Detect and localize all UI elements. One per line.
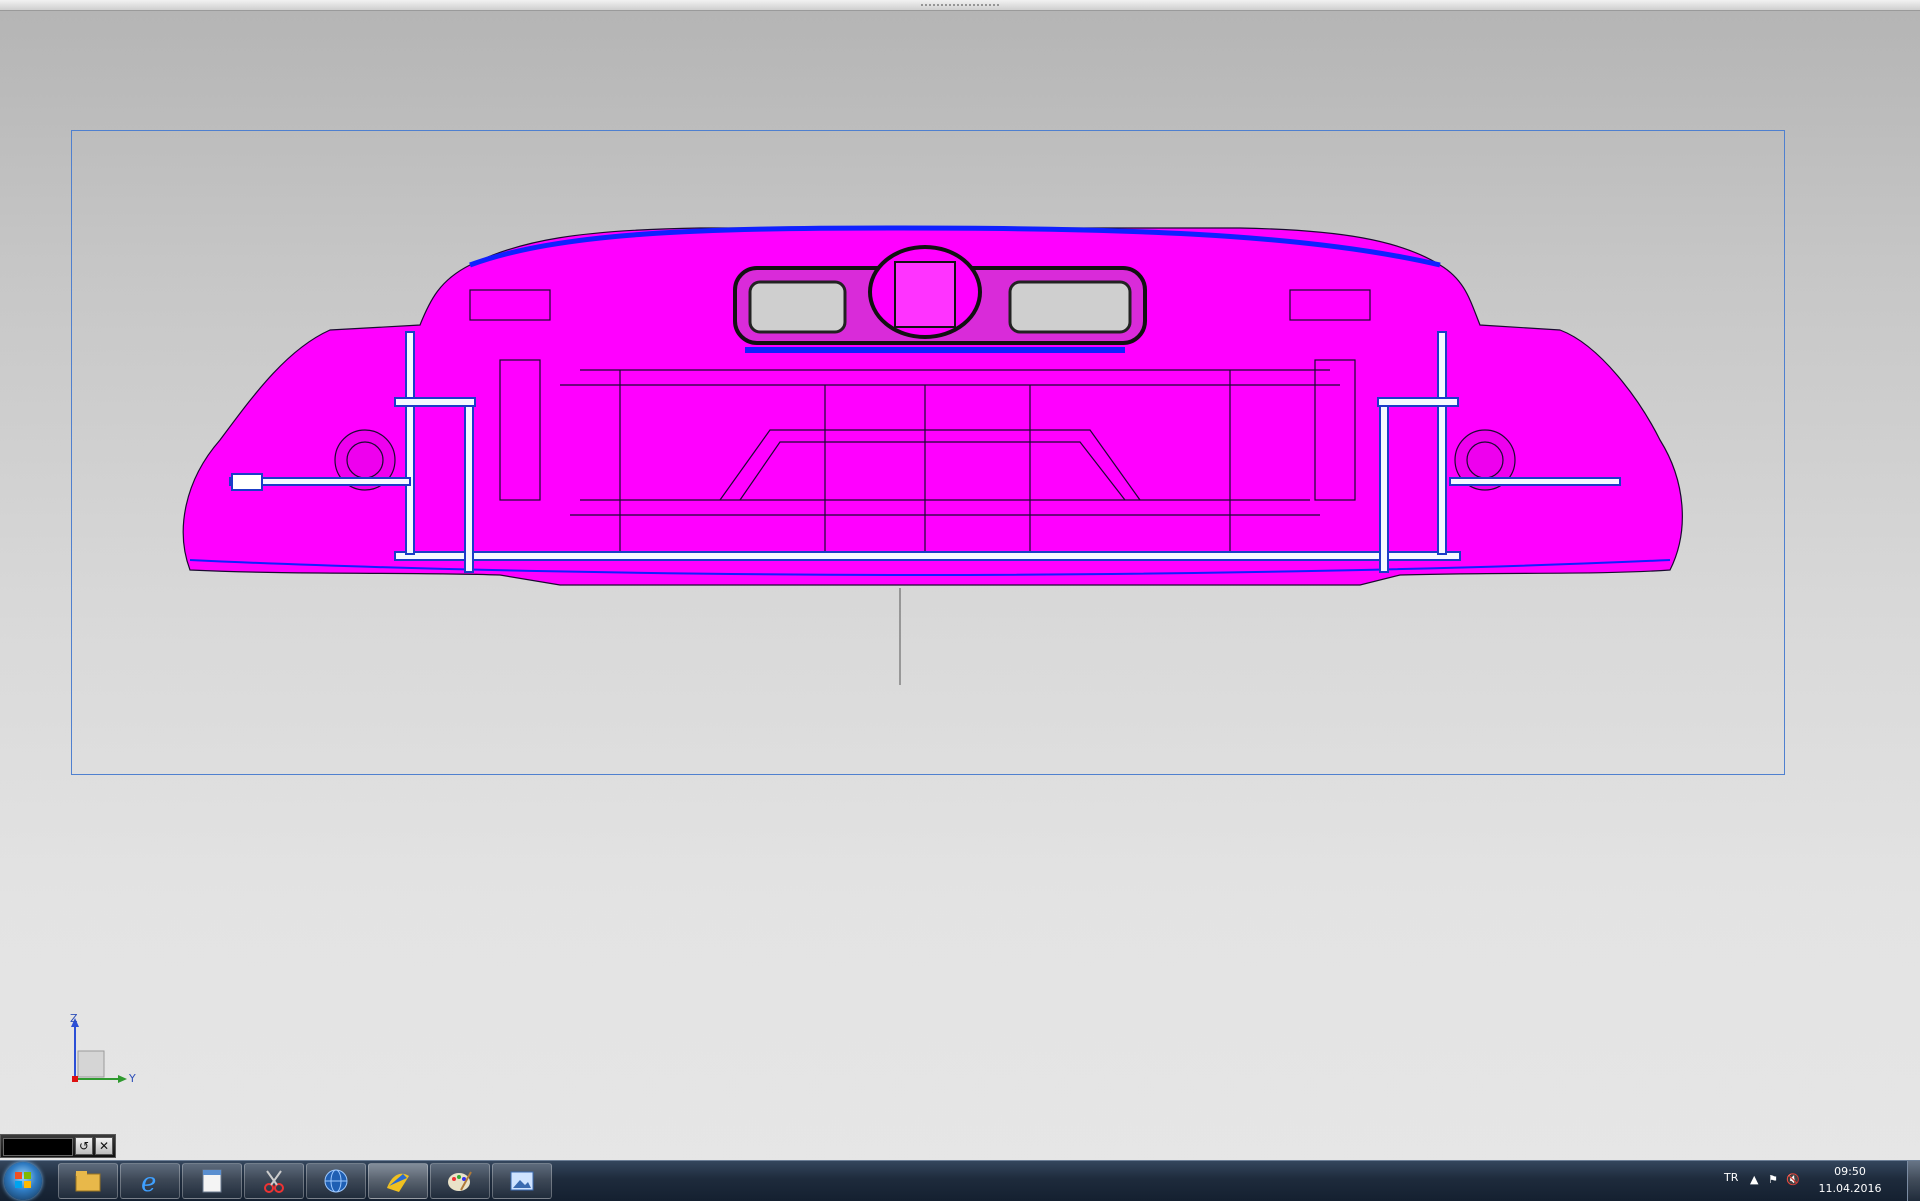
volume-muted-icon[interactable]: 🔇 (1786, 1173, 1800, 1186)
left-post-2 (464, 403, 474, 573)
system-tray: TR ▲ ⚑ 🔇 09:50 11.04.2016 (1690, 1161, 1920, 1201)
clock-date[interactable]: 11.04.2016 (1810, 1182, 1890, 1195)
refresh-icon[interactable]: ↺ (75, 1137, 93, 1155)
show-desktop-button[interactable] (1907, 1161, 1920, 1201)
grille-slot-right (1008, 280, 1132, 334)
action-center-icon[interactable]: ⚑ (1768, 1173, 1778, 1186)
snipping-tool-icon[interactable] (244, 1163, 304, 1199)
right-clamp (1377, 397, 1459, 407)
paint-icon[interactable] (430, 1163, 490, 1199)
3d-viewport[interactable] (0, 0, 1920, 1150)
svg-text:e: e (141, 1168, 156, 1196)
catia-app-icon[interactable] (368, 1163, 428, 1199)
axis-triad-icon[interactable]: Z Y (60, 1012, 150, 1085)
plate-bracket (894, 261, 956, 328)
image-viewer-icon[interactable] (492, 1163, 552, 1199)
show-hidden-icons-icon[interactable]: ▲ (1750, 1173, 1758, 1186)
mini-input[interactable] (3, 1138, 73, 1156)
language-indicator[interactable]: TR (1724, 1171, 1738, 1184)
y-axis-label: Y (129, 1072, 136, 1085)
lower-rod (394, 551, 1461, 561)
windows-start-icon[interactable] (4, 1162, 42, 1200)
taskbar: e TR ▲ ⚑ 🔇 09:50 11.04.2016 (0, 1160, 1920, 1201)
right-post-2 (1379, 403, 1389, 573)
left-clamp (394, 397, 476, 407)
close-icon[interactable]: ✕ (95, 1137, 113, 1155)
notepad-icon[interactable] (182, 1163, 242, 1199)
globe-app-icon[interactable] (306, 1163, 366, 1199)
grille-slot-left (748, 280, 847, 334)
mini-toolbar: ↺ ✕ (0, 1134, 116, 1158)
clock-time[interactable]: 09:50 (1810, 1165, 1890, 1178)
explorer-icon[interactable] (58, 1163, 118, 1199)
z-axis-label: Z (70, 1012, 78, 1025)
left-post-1 (405, 331, 415, 555)
right-post-1 (1437, 331, 1447, 555)
internet-explorer-icon[interactable]: e (120, 1163, 180, 1199)
right-arm (1449, 477, 1621, 486)
